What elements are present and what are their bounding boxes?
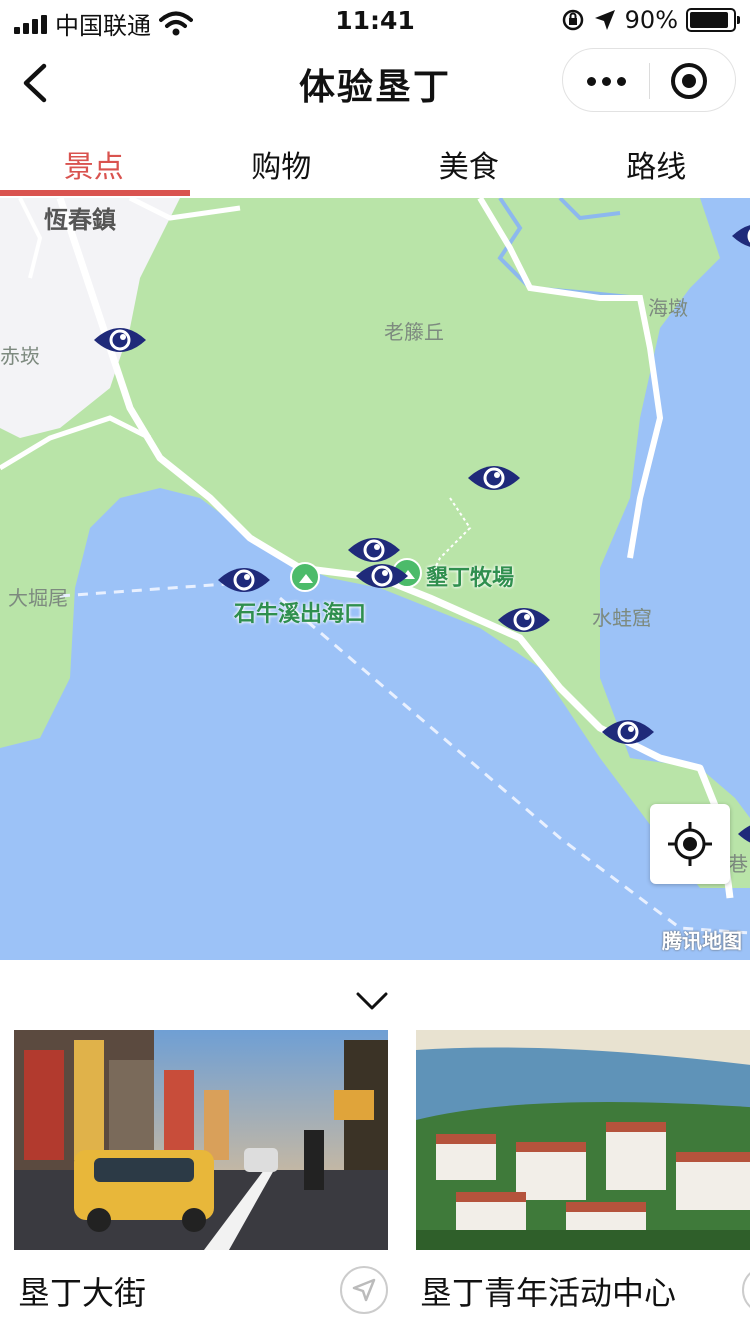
map-view[interactable]: 恆春鎮 赤崁 老籐丘 海墩 大堀尾 水蛙窟 巷 石牛溪出海口 墾丁牧場 腾讯地图 [0, 198, 750, 960]
locate-crosshair-icon [668, 822, 712, 866]
battery-percent: 90% [624, 6, 678, 34]
mini-program-capsule [562, 48, 736, 112]
eye-marker-icon[interactable] [92, 322, 148, 358]
map-label-xiang: 巷 [728, 852, 748, 876]
park-icon [290, 562, 320, 592]
location-arrow-icon [594, 10, 615, 30]
map-brand-logo: 腾讯地图 [662, 929, 742, 953]
attraction-card[interactable]: 垦丁青年活动中心 [416, 1030, 750, 1314]
navigate-arrow-icon [744, 1268, 750, 1312]
map-label-town: 恆春鎮 [44, 206, 116, 234]
tab-shopping[interactable]: 购物 [188, 126, 376, 198]
navigate-button[interactable] [742, 1266, 750, 1314]
category-tabs: 景点 购物 美食 路线 [0, 126, 750, 198]
eye-marker-icon[interactable] [600, 714, 656, 750]
target-circle-icon[interactable] [671, 63, 707, 99]
eye-marker-icon[interactable] [354, 558, 410, 594]
navigate-button[interactable] [340, 1266, 388, 1314]
battery-level [690, 12, 728, 28]
locate-button[interactable] [650, 804, 730, 884]
eye-marker-icon[interactable] [736, 816, 750, 852]
card-title: 垦丁青年活动中心 [420, 1274, 677, 1312]
status-bar: 中国联通 11:41 90% [0, 0, 750, 40]
eye-marker-icon[interactable] [466, 460, 522, 496]
eye-marker-icon[interactable] [496, 602, 552, 638]
more-dots-icon[interactable] [563, 49, 649, 113]
poi-label-kenting-ranch[interactable]: 墾丁牧場 [426, 560, 514, 592]
map-label-dajuewei: 大堀尾 [8, 586, 68, 610]
card-photo-youth-center [416, 1030, 750, 1250]
map-label-haidun: 海墩 [648, 296, 688, 320]
attraction-card[interactable]: 垦丁大街 [14, 1030, 388, 1314]
eye-marker-icon[interactable] [216, 562, 272, 598]
navigate-arrow-icon [352, 1278, 376, 1302]
battery-icon [686, 8, 740, 32]
chevron-down-icon[interactable] [355, 990, 389, 1012]
tab-food[interactable]: 美食 [375, 126, 563, 198]
eye-marker-icon[interactable] [730, 218, 750, 254]
orientation-lock-icon [562, 9, 583, 31]
nav-bar: 体验垦丁 [0, 40, 750, 126]
poi-label-shiniu[interactable]: 石牛溪出海口 [234, 596, 366, 628]
map-label-shuiwaku: 水蛙窟 [592, 606, 652, 630]
card-photo-street [14, 1030, 388, 1250]
tab-routes[interactable]: 路线 [563, 126, 750, 198]
status-right: 90% [561, 6, 740, 34]
tab-scenic-spots[interactable]: 景点 [0, 126, 190, 198]
map-label-chikan: 赤崁 [0, 344, 40, 368]
map-label-laoteng: 老籐丘 [384, 320, 444, 344]
attraction-cards: 垦丁大街 垦丁青年活动中心 [0, 1030, 750, 1334]
card-title: 垦丁大街 [18, 1274, 147, 1312]
capsule-divider [649, 63, 650, 99]
